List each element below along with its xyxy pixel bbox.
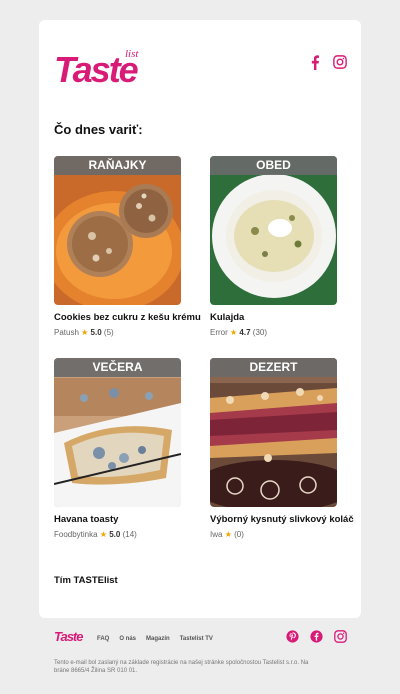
star-icon: ★ bbox=[99, 530, 107, 539]
pinterest-icon[interactable] bbox=[286, 630, 299, 643]
recipe-photo[interactable]: VEČERA bbox=[54, 358, 181, 507]
recipe-card-lunch[interactable]: OBED Kulajda Error ★ 4.7 (30) bbox=[210, 156, 337, 337]
recipe-title[interactable]: Kulajda bbox=[210, 312, 337, 323]
rating-count: (14) bbox=[122, 530, 137, 539]
recipe-rating: 4.7 bbox=[239, 328, 251, 337]
rating-count: (30) bbox=[252, 328, 268, 337]
recipe-meta: Iwa ★ (0) bbox=[210, 530, 337, 539]
email-card: Taste list Čo dnes variť: RAŇAJKY Cookie… bbox=[39, 20, 361, 618]
footer-nav: FAQ O nás Magazín Tastelist TV bbox=[97, 636, 213, 642]
recipe-title[interactable]: Výborný kysnutý slivkový koláč bbox=[210, 514, 354, 525]
recipe-meta: Error ★ 4.7 (30) bbox=[210, 328, 337, 337]
footer-link-about[interactable]: O nás bbox=[119, 636, 136, 642]
category-label: DEZERT bbox=[210, 358, 337, 377]
recipe-rating: 5.0 bbox=[90, 328, 102, 337]
recipe-author: Iwa bbox=[210, 530, 223, 539]
recipe-card-dinner[interactable]: VEČERA Havana toasty Foodbytinka ★ 5.0 (… bbox=[54, 358, 181, 539]
recipe-photo[interactable]: OBED bbox=[210, 156, 337, 305]
instagram-icon[interactable] bbox=[332, 54, 348, 70]
star-icon: ★ bbox=[81, 328, 89, 337]
footer-link-faq[interactable]: FAQ bbox=[97, 636, 109, 642]
signoff: Tím TASTElist bbox=[54, 575, 118, 586]
recipe-meta: Patush ★ 5.0 (5) bbox=[54, 328, 181, 337]
recipe-author: Patush bbox=[54, 328, 79, 337]
category-label: VEČERA bbox=[54, 358, 181, 377]
recipe-photo[interactable]: RAŇAJKY bbox=[54, 156, 181, 305]
recipe-author: Error bbox=[210, 328, 228, 337]
recipe-rating: 5.0 bbox=[109, 530, 121, 539]
recipe-title[interactable]: Cookies bez cukru z kešu krému bbox=[54, 312, 201, 323]
footer-logo[interactable]: Taste bbox=[54, 629, 84, 644]
category-label: OBED bbox=[210, 156, 337, 175]
facebook-icon[interactable] bbox=[307, 54, 323, 70]
section-heading: Čo dnes variť: bbox=[54, 122, 143, 137]
star-icon: ★ bbox=[224, 530, 232, 539]
star-icon: ★ bbox=[230, 328, 238, 337]
instagram-icon[interactable] bbox=[334, 630, 347, 643]
rating-count: (0) bbox=[234, 530, 244, 539]
footer-link-magazine[interactable]: Magazín bbox=[146, 636, 170, 642]
recipe-photo[interactable]: DEZERT bbox=[210, 358, 337, 507]
rating-count: (5) bbox=[103, 328, 114, 337]
recipe-title[interactable]: Havana toasty bbox=[54, 514, 181, 525]
recipe-meta: Foodbytinka ★ 5.0 (14) bbox=[54, 530, 181, 539]
recipe-author: Foodbytinka bbox=[54, 530, 98, 539]
footer-link-tv[interactable]: Tastelist TV bbox=[180, 636, 213, 642]
recipe-card-breakfast[interactable]: RAŇAJKY Cookies bez cukru z kešu krému P… bbox=[54, 156, 201, 337]
logo-sub: list bbox=[125, 48, 139, 60]
recipe-card-dessert[interactable]: DEZERT Výborný kysnutý slivkový koláč Iw… bbox=[210, 358, 354, 539]
tastelist-logo[interactable]: Taste list bbox=[54, 48, 149, 88]
legal-text: Tento e-mail bol zaslaný na základe regi… bbox=[54, 660, 309, 674]
category-label: RAŇAJKY bbox=[54, 156, 181, 175]
facebook-icon[interactable] bbox=[310, 630, 323, 643]
